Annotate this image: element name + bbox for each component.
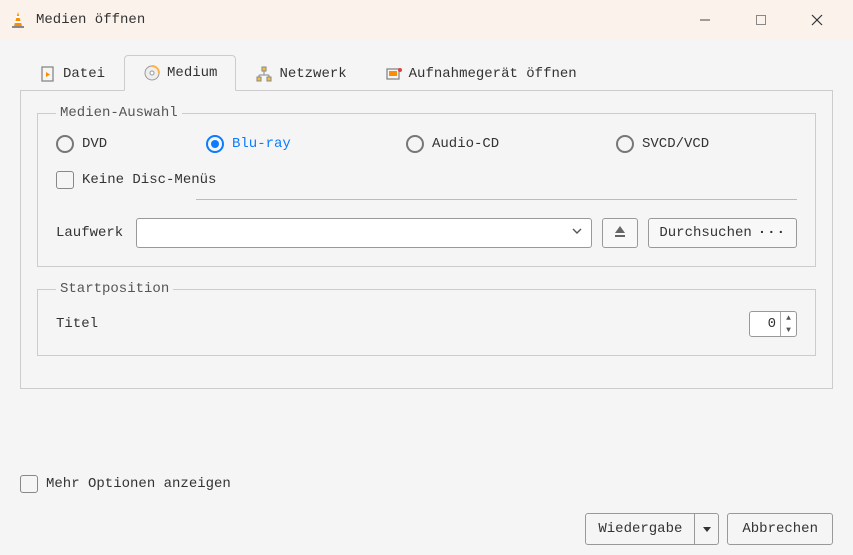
vlc-cone-icon <box>8 10 28 30</box>
drive-combobox[interactable] <box>136 218 592 248</box>
window-title: Medien öffnen <box>36 12 677 28</box>
radio-icon <box>56 135 74 153</box>
radio-svcd[interactable]: SVCD/VCD <box>616 135 709 153</box>
ellipsis-icon: ··· <box>758 225 786 241</box>
title-label: Titel <box>56 316 98 332</box>
divider <box>196 199 797 200</box>
tab-network[interactable]: Netzwerk <box>236 55 365 91</box>
chevron-down-icon <box>571 225 583 242</box>
radio-bluray[interactable]: Blu-ray <box>206 135 406 153</box>
drive-label: Laufwerk <box>56 225 126 241</box>
more-options-label: Mehr Optionen anzeigen <box>46 476 231 492</box>
checkbox-icon <box>20 475 38 493</box>
titlebar: Medien öffnen <box>0 0 853 40</box>
checkbox-icon <box>56 171 74 189</box>
tab-disc[interactable]: Medium <box>124 55 236 91</box>
play-button[interactable]: Wiedergabe <box>585 513 719 545</box>
eject-button[interactable] <box>602 218 638 248</box>
spinner-down-icon[interactable]: ▼ <box>781 324 796 336</box>
radio-icon <box>406 135 424 153</box>
checkbox-no-disc-menus-label: Keine Disc-Menüs <box>82 172 216 188</box>
play-button-label: Wiedergabe <box>586 521 694 537</box>
tab-file[interactable]: Datei <box>20 55 124 91</box>
caret-down-icon <box>702 524 712 534</box>
tabs: Datei Medium Netzwerk Aufnahmegerät öffn… <box>20 54 833 91</box>
media-selection-group: Medien-Auswahl DVD Blu-ray Audio-CD SVCD… <box>37 105 816 267</box>
radio-audiocd-label: Audio-CD <box>432 136 499 152</box>
maximize-button[interactable] <box>733 0 789 40</box>
checkbox-no-disc-menus[interactable]: Keine Disc-Menüs <box>56 171 797 189</box>
disc-panel: Medien-Auswahl DVD Blu-ray Audio-CD SVCD… <box>20 91 833 389</box>
network-icon <box>255 65 273 83</box>
browse-button[interactable]: Durchsuchen ··· <box>648 218 797 248</box>
play-dropdown[interactable] <box>694 514 718 544</box>
tab-file-label: Datei <box>63 66 105 82</box>
tab-disc-label: Medium <box>167 65 217 81</box>
tab-capture[interactable]: Aufnahmegerät öffnen <box>366 55 596 91</box>
minimize-button[interactable] <box>677 0 733 40</box>
radio-dvd-label: DVD <box>82 136 107 152</box>
radio-dvd[interactable]: DVD <box>56 135 206 153</box>
file-icon <box>39 65 57 83</box>
title-spinner[interactable]: 0 ▲ ▼ <box>749 311 797 337</box>
radio-icon <box>616 135 634 153</box>
radio-svcd-label: SVCD/VCD <box>642 136 709 152</box>
radio-bluray-label: Blu-ray <box>232 136 291 152</box>
checkbox-more-options[interactable]: Mehr Optionen anzeigen <box>20 475 833 493</box>
cancel-button[interactable]: Abbrechen <box>727 513 833 545</box>
capture-icon <box>385 65 403 83</box>
start-position-group: Startposition Titel 0 ▲ ▼ <box>37 281 816 356</box>
radio-audiocd[interactable]: Audio-CD <box>406 135 616 153</box>
disc-icon <box>143 64 161 82</box>
spinner-up-icon[interactable]: ▲ <box>781 312 796 324</box>
close-button[interactable] <box>789 0 845 40</box>
browse-button-label: Durchsuchen <box>659 225 751 241</box>
start-position-legend: Startposition <box>56 281 173 297</box>
eject-icon <box>613 224 627 243</box>
radio-icon <box>206 135 224 153</box>
cancel-button-label: Abbrechen <box>742 521 818 537</box>
media-selection-legend: Medien-Auswahl <box>56 105 182 121</box>
tab-capture-label: Aufnahmegerät öffnen <box>409 66 577 82</box>
title-value: 0 <box>750 316 780 332</box>
tab-network-label: Netzwerk <box>279 66 346 82</box>
